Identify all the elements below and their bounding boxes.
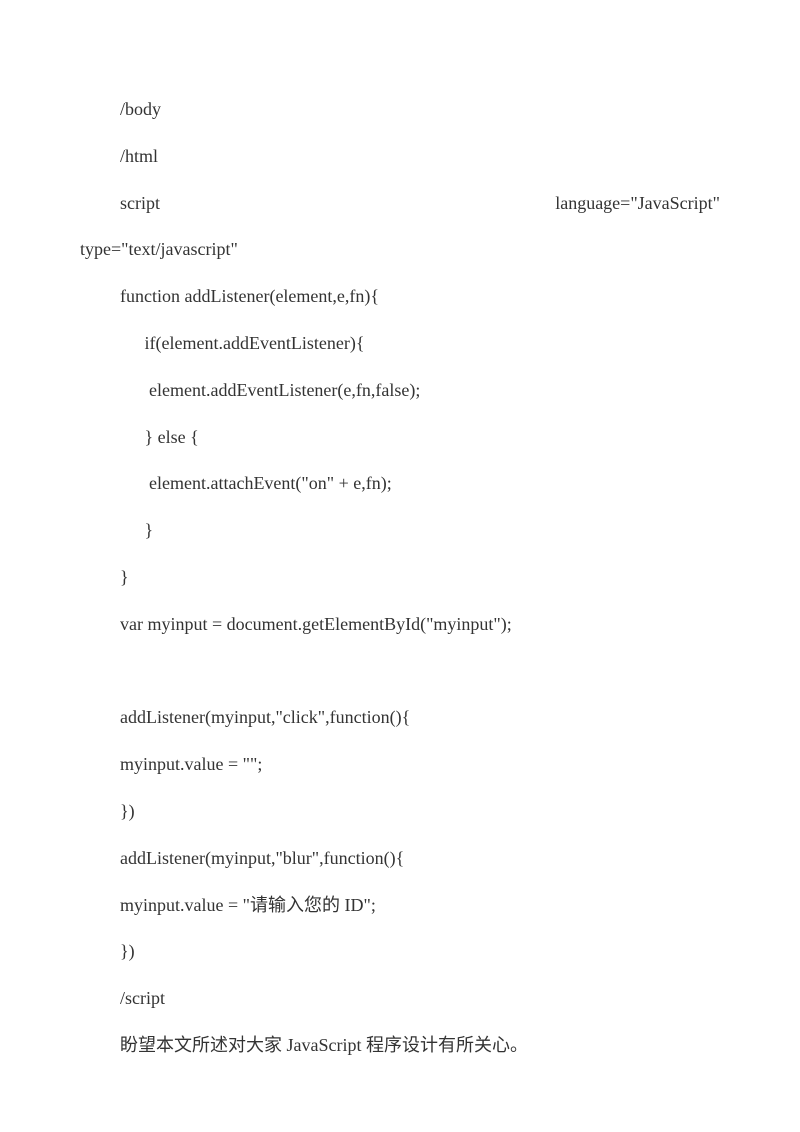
code-line: element.attachEvent("on" + e,fn); xyxy=(80,460,720,507)
code-line: /html xyxy=(80,133,720,180)
paragraph-text: 盼望本文所述对大家 JavaScript 程序设计有所关心。 xyxy=(80,1022,720,1069)
code-line-script-open: script language="JavaScript" xyxy=(80,180,720,227)
code-line: addListener(myinput,"blur",function(){ xyxy=(80,835,720,882)
code-line: myinput.value = "请输入您的 ID"; xyxy=(80,882,720,929)
code-line: element.addEventListener(e,fn,false); xyxy=(80,367,720,414)
code-line: } xyxy=(80,554,720,601)
code-line: }) xyxy=(80,788,720,835)
code-line: type="text/javascript" xyxy=(80,226,720,273)
document-page: /body /html script language="JavaScript"… xyxy=(0,0,800,1132)
code-line: /body xyxy=(80,86,720,133)
code-line: addListener(myinput,"click",function(){ xyxy=(80,694,720,741)
code-text-right: language="JavaScript" xyxy=(555,180,720,227)
code-line-blank xyxy=(80,648,720,695)
code-line: function addListener(element,e,fn){ xyxy=(80,273,720,320)
code-line: if(element.addEventListener){ xyxy=(80,320,720,367)
code-line: } xyxy=(80,507,720,554)
code-line: }) xyxy=(80,928,720,975)
code-line: } else { xyxy=(80,414,720,461)
code-text-left: script xyxy=(120,180,160,227)
code-line: /script xyxy=(80,975,720,1022)
code-line: myinput.value = ""; xyxy=(80,741,720,788)
code-line: var myinput = document.getElementById("m… xyxy=(80,601,720,648)
